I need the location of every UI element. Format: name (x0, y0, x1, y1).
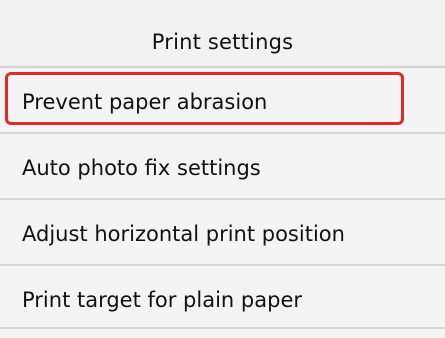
menu-item-label: Prevent paper abrasion (22, 90, 268, 114)
menu-item-print-target-for-plain-paper[interactable]: Print target for plain paper (0, 266, 445, 329)
menu-item-prevent-paper-abrasion[interactable]: Prevent paper abrasion (0, 68, 445, 134)
bottom-fill (0, 333, 445, 338)
menu-item-label: Print target for plain paper (22, 288, 302, 312)
menu-item-auto-photo-fix-settings[interactable]: Auto photo fix settings (0, 134, 445, 200)
settings-menu: Prevent paper abrasion Auto photo fix se… (0, 68, 445, 329)
menu-item-label: Adjust horizontal print position (22, 222, 345, 246)
page-title: Print settings (151, 30, 294, 54)
header: Print settings (0, 0, 445, 68)
menu-item-adjust-horizontal-print-position[interactable]: Adjust horizontal print position (0, 200, 445, 266)
menu-item-label: Auto photo fix settings (22, 156, 261, 180)
print-settings-screen: Print settings Prevent paper abrasion Au… (0, 0, 445, 338)
